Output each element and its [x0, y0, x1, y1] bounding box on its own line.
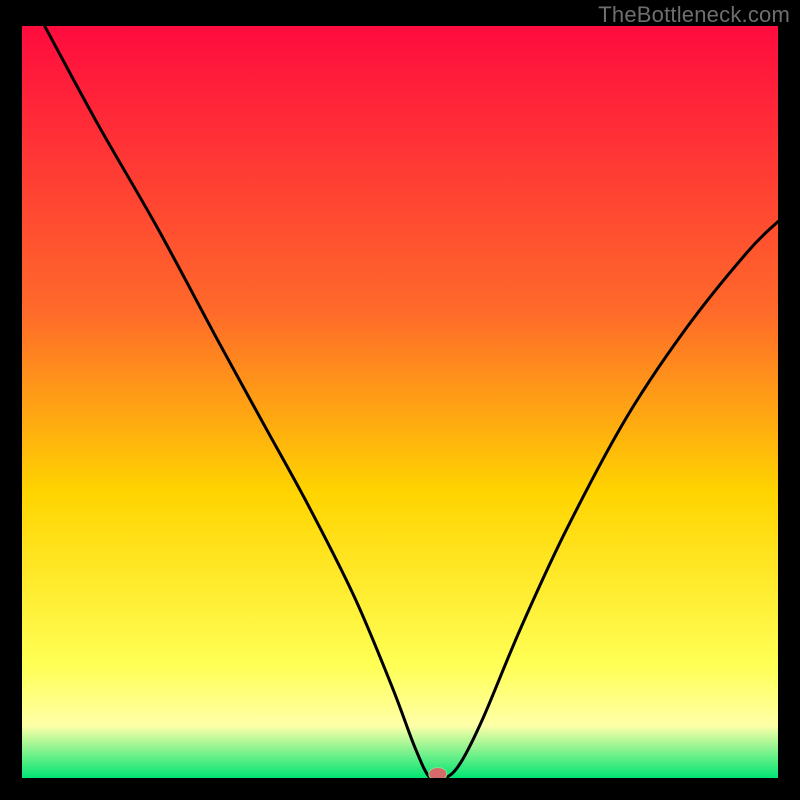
gradient-background	[22, 26, 778, 778]
optimum-marker	[429, 768, 447, 779]
watermark-text: TheBottleneck.com	[598, 2, 790, 28]
bottleneck-chart	[22, 26, 778, 778]
chart-frame: TheBottleneck.com	[0, 0, 800, 800]
